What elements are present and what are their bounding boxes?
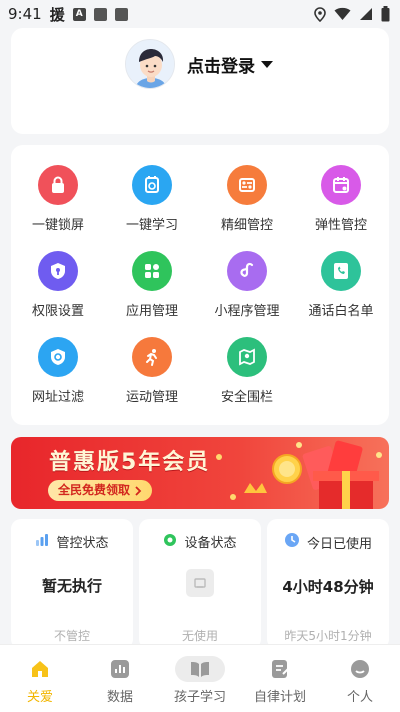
fine-control-icon — [227, 165, 267, 205]
battery-icon — [381, 6, 390, 22]
feature-item[interactable]: 通话白名单 — [294, 251, 388, 321]
status-bar: 9:41 援 A — [0, 0, 400, 28]
avatar[interactable] — [125, 39, 175, 89]
feature-item[interactable]: 一键锁屏 — [11, 165, 105, 235]
call-whitelist-icon — [321, 251, 361, 291]
mini-program-icon — [227, 251, 267, 291]
clock-icon — [284, 532, 300, 552]
notification-a-icon: A — [72, 7, 86, 21]
stat-value: 4小时48分钟 — [282, 578, 374, 596]
feature-grid: 一键锁屏 一键学习 精细管控 弹性管控权限设置 应用管理 小程序管理 通话白名单网址过滤 运动… — [11, 145, 389, 425]
stat-header: 管控状态 — [11, 532, 133, 551]
plan-edit-icon — [268, 657, 292, 681]
banner-gift-art-icon — [216, 440, 382, 509]
stat-title: 设备状态 — [184, 536, 237, 551]
nav-item[interactable]: 关爱 — [0, 645, 80, 712]
feature-item[interactable]: 网址过滤 — [11, 337, 105, 407]
nav-item[interactable]: 自律计划 — [240, 645, 320, 712]
chevron-right-icon — [135, 485, 142, 496]
feature-label: 精细管控 — [220, 218, 273, 233]
nav-label: 关爱 — [26, 690, 53, 705]
location-icon — [314, 6, 326, 22]
feature-label: 通话白名单 — [308, 304, 374, 319]
nav-label: 个人 — [346, 690, 373, 705]
feature-item[interactable]: 运动管理 — [105, 337, 199, 407]
feature-item[interactable]: 一键学习 — [105, 165, 199, 235]
bar-chart-icon — [35, 533, 49, 551]
feature-label: 弹性管控 — [314, 218, 367, 233]
login-label: 点击登录 — [187, 57, 255, 77]
feature-label: 小程序管理 — [214, 304, 280, 319]
feature-label: 权限设置 — [31, 304, 84, 319]
stat-title: 今日已使用 — [306, 536, 372, 552]
signal-icon — [360, 8, 372, 20]
apps-grid-icon — [132, 251, 172, 291]
stat-footnote: 无使用 — [181, 629, 218, 643]
stat-header: 今日已使用 — [267, 532, 389, 552]
chart-icon — [108, 657, 132, 681]
feature-label: 一键学习 — [125, 218, 178, 233]
stat-value: 暂无执行 — [41, 577, 102, 595]
feature-label: 运动管理 — [125, 390, 178, 405]
feature-item[interactable]: 小程序管理 — [200, 251, 294, 321]
profile-card: 点击登录 — [11, 28, 389, 134]
web-filter-icon — [38, 337, 78, 377]
banner-title: 普惠版5年会员 — [49, 450, 211, 475]
stat-title: 管控状态 — [56, 536, 109, 551]
home-icon — [28, 657, 52, 681]
login-link[interactable]: 点击登录 — [187, 52, 273, 77]
banner-button-label: 全民免费领取 — [58, 483, 131, 497]
shield-key-icon — [38, 251, 78, 291]
status-time: 9:41 — [8, 5, 42, 23]
feature-item[interactable]: 精细管控 — [200, 165, 294, 235]
caret-down-icon — [261, 61, 273, 68]
feature-label: 安全围栏 — [220, 390, 273, 405]
book-icon — [188, 657, 212, 681]
notification-icon — [93, 7, 107, 21]
banner-claim-button[interactable]: 全民免费领取 — [48, 480, 153, 501]
nav-label: 自律计划 — [253, 690, 306, 705]
nav-label: 数据 — [106, 690, 133, 705]
running-icon — [132, 337, 172, 377]
feature-item[interactable]: 弹性管控 — [294, 165, 388, 235]
nav-item[interactable]: 数据 — [80, 645, 160, 712]
feature-label: 网址过滤 — [31, 390, 84, 405]
status-dot-icon — [163, 533, 177, 551]
stat-header: 设备状态 — [139, 532, 261, 551]
device-placeholder-icon — [186, 569, 214, 597]
bottom-nav: 关爱 数据 孩子学习 自律计划 个人 — [0, 644, 400, 712]
map-fence-icon — [227, 337, 267, 377]
stat-value — [139, 569, 261, 597]
avatar-boy-icon — [126, 40, 174, 88]
nav-item[interactable]: 个人 — [320, 645, 400, 712]
lock-icon — [38, 165, 78, 205]
stat-footnote: 昨天5小时1分钟 — [284, 629, 372, 643]
study-clock-icon — [132, 165, 172, 205]
feature-item[interactable]: 权限设置 — [11, 251, 105, 321]
stat-card[interactable]: 今日已使用 4小时48分钟昨天5小时1分钟 — [267, 519, 389, 649]
calendar-control-icon — [321, 165, 361, 205]
nav-item[interactable]: 孩子学习 — [160, 645, 240, 712]
promo-banner[interactable]: 普惠版5年会员 全民免费领取 — [11, 437, 389, 509]
profile-icon — [348, 657, 372, 681]
feature-label: 应用管理 — [125, 304, 178, 319]
feature-item[interactable]: 安全围栏 — [200, 337, 294, 407]
stat-card[interactable]: 管控状态暂无执行不管控 — [11, 519, 133, 649]
wifi-icon — [334, 7, 351, 20]
feature-item[interactable]: 应用管理 — [105, 251, 199, 321]
notification-icon-2 — [114, 7, 128, 21]
stat-card[interactable]: 设备状态 无使用 — [139, 519, 261, 649]
feature-label: 一键锁屏 — [31, 218, 84, 233]
stat-footnote: 不管控 — [53, 629, 90, 643]
nav-label: 孩子学习 — [173, 690, 226, 705]
status-app-char: 援 — [49, 5, 65, 24]
